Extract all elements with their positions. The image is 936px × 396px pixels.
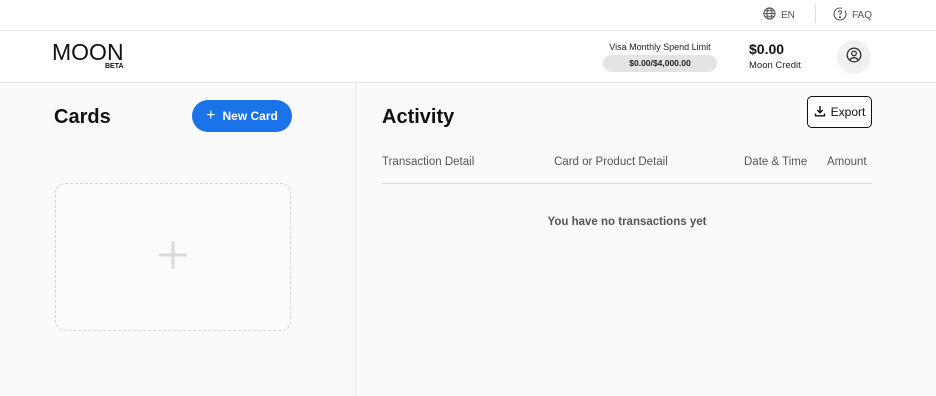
spend-limit: Visa Monthly Spend Limit $0.00/$4,000.00 — [600, 42, 720, 72]
new-card-label: New Card — [222, 109, 278, 123]
new-card-button[interactable]: + New Card — [192, 100, 292, 132]
globe-icon — [763, 7, 776, 23]
faq-label: FAQ — [852, 9, 873, 21]
credit-amount: $0.00 — [749, 41, 785, 57]
column-header: Transaction Detail — [382, 156, 475, 168]
credit-label: Moon Credit — [749, 60, 801, 71]
spend-limit-label: Visa Monthly Spend Limit — [609, 42, 711, 52]
empty-state-message: You have no transactions yet — [547, 216, 707, 228]
add-card-placeholder[interactable] — [55, 183, 291, 331]
topbar-divider — [815, 5, 816, 23]
language-selector[interactable]: EN — [763, 7, 795, 23]
header: MOON BETA Visa Monthly Spend Limit $0.00… — [0, 31, 936, 83]
download-icon — [814, 105, 826, 120]
export-label: Export — [830, 105, 866, 119]
column-header: Date & Time — [744, 156, 808, 168]
top-bar: EN FAQ — [0, 0, 936, 31]
cards-panel: Cards + New Card — [0, 83, 356, 396]
plus-icon: + — [206, 107, 216, 124]
logo-text: MOON — [52, 39, 124, 65]
plus-icon — [157, 239, 189, 276]
cards-title: Cards — [54, 106, 111, 128]
faq-link[interactable]: FAQ — [833, 6, 873, 24]
spend-limit-value: $0.00/$4,000.00 — [603, 55, 717, 72]
user-menu-button[interactable] — [837, 40, 871, 74]
language-label: EN — [781, 9, 795, 21]
moon-credit: $0.00 Moon Credit — [749, 41, 801, 71]
export-button[interactable]: Export — [807, 96, 872, 128]
activity-title: Activity — [382, 106, 455, 128]
moon-logo[interactable]: MOON BETA — [52, 41, 132, 73]
column-header: Card or Product Detail — [554, 156, 668, 168]
user-circle-icon — [846, 47, 862, 68]
transactions-table-header: Transaction Detail Card or Product Detai… — [382, 156, 872, 184]
column-header: Amount — [827, 156, 867, 168]
beta-badge: BETA — [105, 63, 124, 70]
activity-panel: Activity Export Transaction Detail Card … — [357, 83, 936, 396]
help-circle-icon — [833, 6, 847, 24]
